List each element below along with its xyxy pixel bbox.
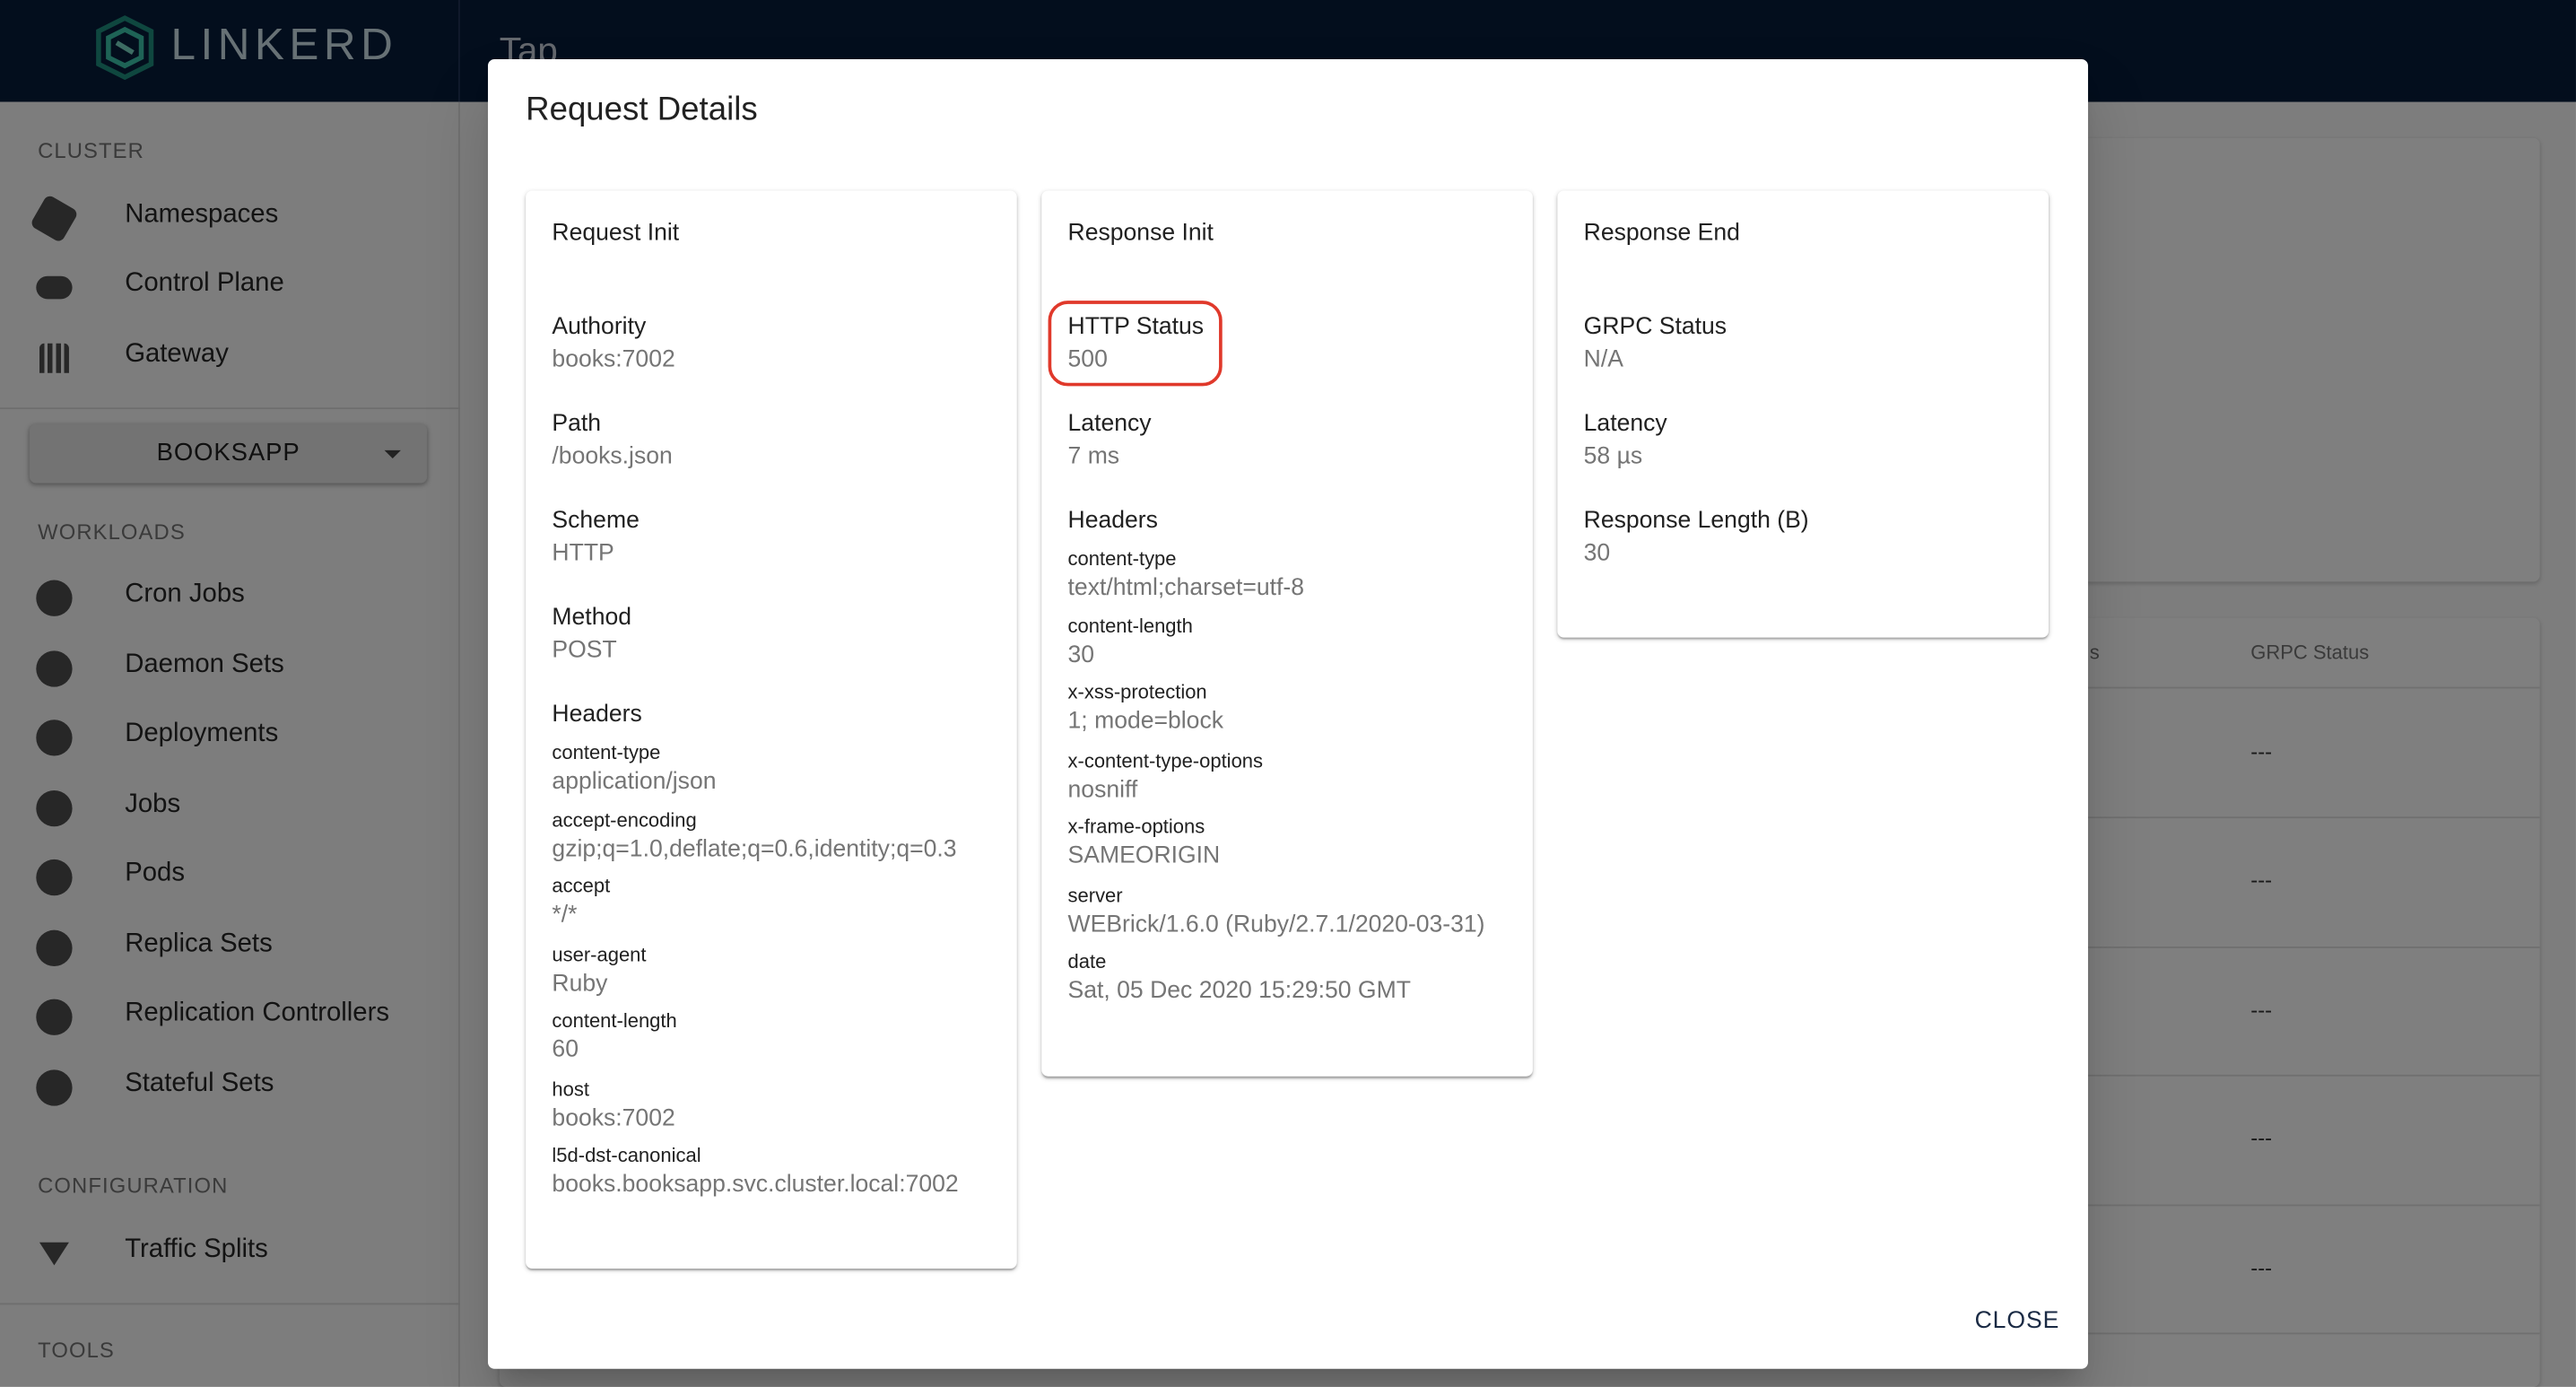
headers-label: Headers: [1067, 507, 1158, 535]
header-value: SAMEORIGIN: [1067, 842, 1221, 869]
path-label: Path: [552, 410, 602, 438]
authority-value: books:7002: [552, 346, 675, 373]
header-name: content-length: [552, 1008, 677, 1033]
grpc-status-value: N/A: [1583, 346, 1623, 373]
method-value: POST: [552, 637, 617, 664]
latency-label: Latency: [1067, 410, 1152, 438]
header-name: x-frame-options: [1067, 815, 1205, 839]
response-end-card: Response End GRPC Status N/A Latency 58 …: [1557, 190, 2049, 638]
response-length-value: 30: [1583, 540, 1611, 567]
header-name: content-length: [1067, 615, 1193, 638]
card-title: Response Init: [1067, 220, 1214, 247]
header-name: date: [1067, 949, 1107, 973]
header-value: 1; mode=block: [1067, 708, 1224, 735]
response-length-label: Response Length (B): [1583, 507, 1809, 535]
response-init-card: Response Init HTTP Status 500 Latency 7 …: [1041, 190, 1533, 1077]
http-status-value: 500: [1067, 346, 1108, 373]
header-value: WEBrick/1.6.0 (Ruby/2.7.1/2020-03-31): [1067, 912, 1485, 938]
header-value: gzip;q=1.0,deflate;q=0.6,identity;q=0.3: [552, 836, 957, 863]
scheme-value: HTTP: [552, 540, 614, 567]
latency-label: Latency: [1583, 410, 1667, 438]
header-name: content-type: [552, 741, 661, 764]
header-value: */*: [552, 902, 578, 929]
header-value: application/json: [552, 769, 717, 796]
header-name: accept-encoding: [552, 808, 697, 832]
card-title: Request Init: [552, 220, 680, 247]
headers-label: Headers: [552, 702, 642, 728]
header-name: content-type: [1067, 546, 1177, 571]
header-name: x-content-type-options: [1067, 749, 1264, 772]
header-value: Ruby: [552, 971, 608, 998]
http-status-label: HTTP Status: [1067, 313, 1205, 341]
header-name: accept: [552, 874, 611, 898]
request-init-card: Request Init Authority books:7002 Path /…: [526, 190, 1017, 1269]
close-button[interactable]: CLOSE: [1975, 1308, 2060, 1334]
header-name: x-xss-protection: [1067, 680, 1207, 703]
header-value: 30: [1067, 642, 1095, 669]
grpc-status-label: GRPC Status: [1583, 313, 1727, 341]
header-name: l5d-dst-canonical: [552, 1143, 701, 1167]
path-value: /books.json: [552, 443, 673, 470]
header-value: books.booksapp.svc.cluster.local:7002: [552, 1171, 959, 1199]
header-name: server: [1067, 884, 1123, 908]
header-value: Sat, 05 Dec 2020 15:29:50 GMT: [1067, 977, 1411, 1005]
header-value: text/html;charset=utf-8: [1067, 575, 1305, 602]
method-label: Method: [552, 605, 632, 632]
header-value: books:7002: [552, 1105, 675, 1132]
dialog-title: Request Details: [526, 92, 758, 128]
header-value: nosniff: [1067, 777, 1138, 804]
header-value: 60: [552, 1036, 579, 1064]
header-name: user-agent: [552, 943, 647, 966]
latency-value: 58 µs: [1583, 443, 1643, 470]
authority-label: Authority: [552, 313, 647, 341]
card-title: Response End: [1583, 220, 1740, 247]
request-details-dialog: Request Details Request Init Authority b…: [487, 58, 2088, 1369]
scheme-label: Scheme: [552, 507, 640, 535]
latency-value: 7 ms: [1067, 443, 1120, 470]
header-name: host: [552, 1077, 589, 1102]
